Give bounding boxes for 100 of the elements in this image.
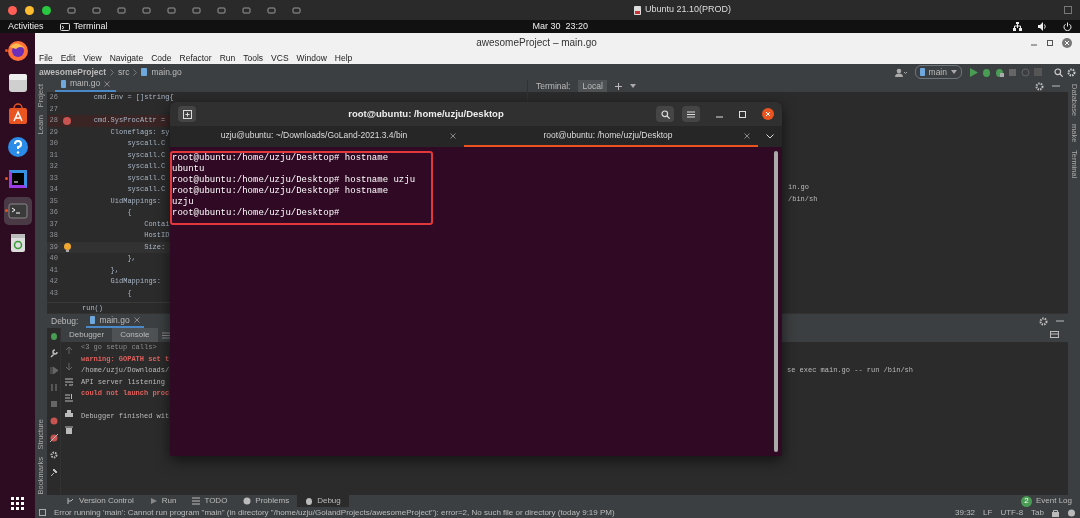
power-icon[interactable] bbox=[1063, 22, 1072, 31]
toolbar-icon[interactable] bbox=[242, 5, 251, 15]
restore-icon[interactable] bbox=[1046, 38, 1054, 47]
menu-item[interactable]: View bbox=[83, 51, 102, 65]
toolbar-icon[interactable] bbox=[142, 5, 151, 15]
run-icon[interactable] bbox=[970, 67, 978, 77]
panel-tab[interactable]: Debugger bbox=[61, 328, 113, 342]
editor-tab[interactable]: main.go bbox=[55, 80, 117, 92]
tool-tab[interactable]: TODO bbox=[184, 495, 236, 507]
app-menu[interactable]: Terminal bbox=[73, 19, 108, 34]
layout-icon[interactable] bbox=[1050, 331, 1060, 339]
terminal-tab[interactable]: root@ubuntu: /home/uzju/Desktop bbox=[464, 126, 758, 147]
menu-icon bbox=[687, 110, 695, 118]
pin-icon[interactable] bbox=[49, 468, 58, 477]
panel-title: Terminal: bbox=[536, 80, 571, 93]
window-title: awesomeProject – main.go bbox=[476, 37, 597, 48]
toolbar-icon[interactable] bbox=[67, 5, 76, 15]
list-icon bbox=[192, 497, 201, 505]
mute-breakpoints-icon[interactable] bbox=[49, 434, 58, 443]
toolbar-icon[interactable] bbox=[192, 5, 201, 15]
plus-icon[interactable] bbox=[614, 82, 622, 90]
tool-tab[interactable]: Run bbox=[141, 495, 185, 507]
event-log-link[interactable]: Event Log bbox=[1035, 495, 1072, 507]
toolbar-icon[interactable] bbox=[267, 5, 276, 15]
menu-item[interactable]: Navigate bbox=[109, 51, 144, 65]
network-icon[interactable] bbox=[1013, 22, 1022, 31]
arrow-up-icon[interactable] bbox=[65, 346, 73, 354]
toolbar-icon[interactable] bbox=[117, 5, 126, 15]
volume-icon[interactable] bbox=[1038, 22, 1047, 31]
tool-tab[interactable]: Version Control bbox=[59, 495, 142, 507]
close-icon[interactable] bbox=[762, 108, 774, 120]
search-icon[interactable] bbox=[1054, 67, 1063, 77]
menu-button[interactable] bbox=[682, 106, 700, 122]
caret-icon[interactable] bbox=[629, 84, 636, 88]
shell-session-tab[interactable]: Local bbox=[578, 80, 607, 93]
breakpoints-icon[interactable] bbox=[49, 417, 58, 426]
scrollbar[interactable] bbox=[774, 151, 778, 452]
toolbar-icon[interactable] bbox=[217, 5, 226, 15]
run-icon bbox=[149, 497, 158, 505]
status-item[interactable]: 39:32 bbox=[955, 506, 976, 518]
run-config-dropdown[interactable]: main bbox=[914, 64, 962, 80]
terminal-output: uzju bbox=[172, 197, 194, 207]
search-button[interactable] bbox=[656, 106, 674, 122]
toolbar-icon[interactable] bbox=[292, 5, 301, 15]
status-item[interactable]: UTF-8 bbox=[1000, 506, 1024, 518]
settings-icon[interactable] bbox=[1039, 316, 1048, 326]
tool-tab[interactable]: Problems bbox=[235, 495, 298, 507]
chevron-down-icon[interactable] bbox=[766, 134, 774, 139]
breadcrumb[interactable]: main.go bbox=[151, 65, 182, 79]
maximize-icon[interactable] bbox=[42, 5, 51, 15]
file-icon bbox=[919, 68, 925, 76]
menu-item[interactable]: Window bbox=[296, 51, 327, 65]
menu-item[interactable]: Help bbox=[334, 51, 353, 65]
status-item[interactable]: Tab bbox=[1031, 506, 1044, 518]
tool-tab[interactable]: Debug bbox=[297, 495, 349, 507]
breakpoint-icon[interactable] bbox=[63, 116, 71, 125]
file-icon bbox=[141, 68, 148, 76]
settings-icon[interactable] bbox=[49, 451, 58, 460]
terminal-tab[interactable]: uzju@ubuntu: ~/Downloads/GoLand-2021.3.4/bin bbox=[170, 126, 464, 147]
resume-icon[interactable] bbox=[49, 366, 58, 375]
lock-icon[interactable] bbox=[1052, 508, 1059, 517]
panel-tab[interactable]: Console bbox=[112, 328, 158, 342]
menu-item[interactable]: Edit bbox=[60, 51, 76, 65]
wrap-icon[interactable] bbox=[65, 378, 73, 386]
bug-icon[interactable] bbox=[49, 332, 58, 341]
debug-icon[interactable] bbox=[982, 67, 991, 77]
breadcrumb[interactable]: src bbox=[118, 65, 130, 79]
menu-item[interactable]: Refactor bbox=[179, 51, 212, 65]
menu-item[interactable]: Code bbox=[151, 51, 172, 65]
new-tab-button[interactable] bbox=[178, 106, 196, 122]
menu-item[interactable]: Tools bbox=[243, 51, 264, 65]
problems-icon bbox=[243, 497, 252, 505]
scroll-end-icon[interactable] bbox=[65, 394, 73, 402]
toolbar-icon[interactable] bbox=[92, 5, 101, 15]
settings-icon[interactable] bbox=[1035, 81, 1044, 91]
arrow-down-icon[interactable] bbox=[65, 362, 73, 370]
user-icon[interactable] bbox=[894, 67, 907, 77]
settings-icon[interactable] bbox=[1067, 67, 1076, 77]
status-item[interactable]: LF bbox=[983, 506, 993, 518]
fullscreen-icon[interactable] bbox=[1064, 6, 1072, 14]
stop-icon[interactable] bbox=[49, 400, 58, 409]
menu-item[interactable]: Run bbox=[219, 51, 236, 65]
app-grid-icon[interactable] bbox=[11, 497, 24, 510]
trash-icon[interactable] bbox=[65, 426, 73, 434]
menu-item[interactable]: VCS bbox=[271, 51, 289, 65]
toolbar-icon[interactable] bbox=[167, 5, 176, 15]
coverage-icon[interactable] bbox=[995, 67, 1004, 77]
maximize-icon[interactable] bbox=[739, 110, 746, 118]
clock[interactable]: Mar 30 23:20 bbox=[532, 20, 589, 31]
menu-icon[interactable] bbox=[161, 331, 170, 339]
wrench-icon[interactable] bbox=[49, 349, 58, 358]
panel-icon[interactable] bbox=[39, 509, 46, 516]
minimize-icon[interactable] bbox=[25, 5, 34, 15]
help-icon bbox=[5, 135, 30, 159]
menu-item[interactable]: File bbox=[39, 51, 53, 65]
print-icon[interactable] bbox=[65, 410, 73, 418]
breadcrumb[interactable]: awesomeProject bbox=[39, 65, 107, 79]
lightbulb-icon[interactable] bbox=[63, 242, 71, 252]
terminal-icon bbox=[59, 22, 70, 31]
activities-button[interactable]: Activities bbox=[8, 19, 44, 34]
